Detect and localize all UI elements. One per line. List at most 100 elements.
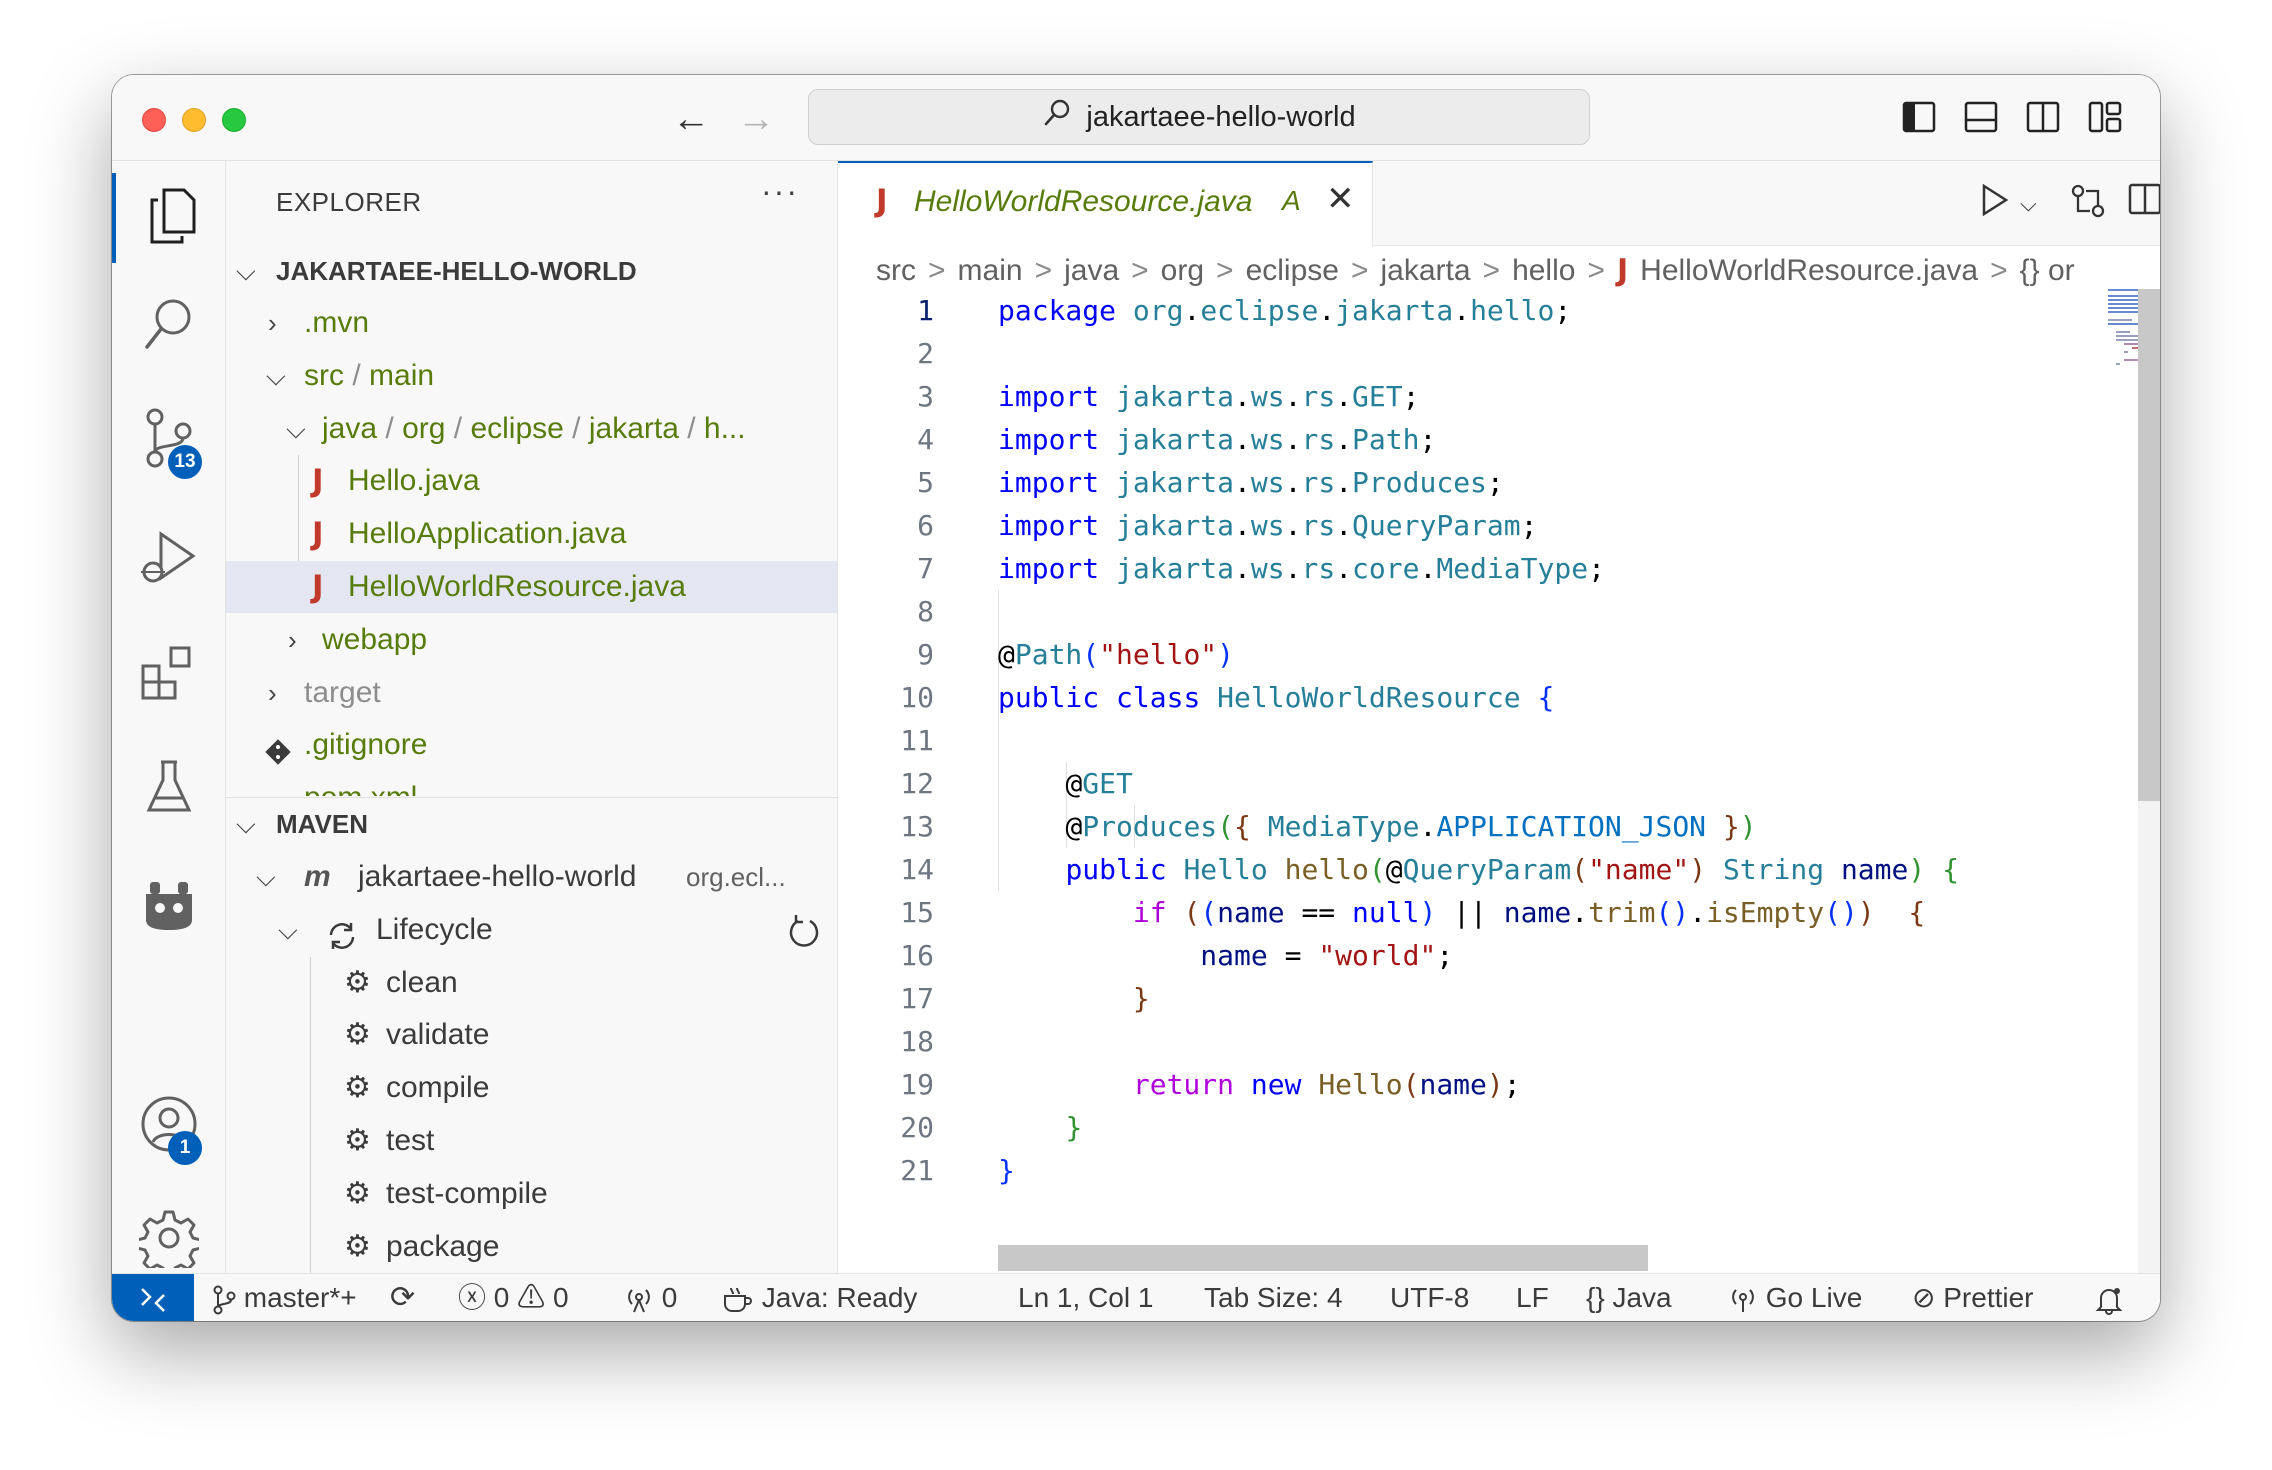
warning-count: 0 — [552, 1282, 569, 1313]
tree-item-helloworldresource-java[interactable]: J HelloWorldResource.java A — [226, 561, 837, 613]
goal-label: compile — [386, 1071, 490, 1104]
line-number: 12 — [900, 767, 934, 800]
java-file-icon: J — [312, 463, 324, 499]
line-number: 8 — [917, 595, 934, 628]
tree-item-pom-xml[interactable]: pom.xml A — [226, 772, 837, 796]
tree-item-target[interactable]: › target — [226, 667, 837, 719]
remote-indicator[interactable] — [112, 1274, 194, 1321]
split-editor-icon[interactable] — [2128, 183, 2160, 223]
run-icon[interactable] — [1980, 183, 2010, 225]
more-actions-icon[interactable]: ··· — [761, 173, 799, 210]
explorer-activity[interactable] — [112, 173, 229, 263]
lifecycle-goal-clean[interactable]: ⚙ clean — [226, 957, 837, 1009]
minimize-window-button[interactable] — [182, 108, 206, 132]
encoding[interactable]: UTF-8 — [1390, 1274, 1469, 1321]
code-line: 10 public class HelloWorldResource { — [838, 676, 2108, 719]
java-status[interactable]: Java: Ready — [722, 1274, 917, 1321]
line-number: 16 — [900, 939, 934, 972]
lifecycle-goal-validate[interactable]: ⚙ validate — [226, 1009, 837, 1061]
chevron-down-icon: ⌵ — [256, 862, 276, 892]
code-line: 11 — [838, 719, 2108, 762]
command-center-search[interactable]: jakartaee-hello-world — [808, 89, 1590, 145]
customize-layout-icon[interactable] — [2088, 101, 2122, 133]
breadcrumb-item[interactable]: eclipse — [1246, 254, 1339, 287]
tab-helloworldresource-java[interactable]: J HelloWorldResource.java A ✕ — [838, 161, 1373, 247]
project-folder-header[interactable]: ⌵ JAKARTAEE-HELLO-WORLD — [226, 245, 837, 297]
toggle-primary-sidebar-icon[interactable] — [1902, 101, 1936, 133]
back-arrow-icon[interactable]: ← — [672, 99, 710, 139]
tree-item-label: webapp — [322, 623, 428, 656]
gear-icon: ⚙ — [344, 1177, 371, 1210]
lifecycle-item[interactable]: ⌵ Lifecycle — [226, 904, 837, 956]
code-line: 15 if ((name == null) || name.trim().isE… — [838, 891, 2108, 934]
breadcrumb-item[interactable]: java — [1064, 254, 1119, 287]
maven-project-item[interactable]: ⌵ m jakartaee-hello-world org.ecl... — [226, 851, 837, 903]
code-line: 6 import jakarta.ws.rs.QueryParam; — [838, 504, 2108, 547]
horizontal-scrollbar[interactable] — [998, 1245, 1648, 1271]
sync-icon[interactable]: ⟳ — [390, 1274, 415, 1321]
breadcrumb: src > main > java > org > eclipse > jakarta > hello >… — [876, 253, 2075, 288]
chevron-down-icon: ⌵ — [278, 915, 298, 945]
line-number: 14 — [900, 853, 934, 886]
lifecycle-goal-test-compile[interactable]: ⚙ test-compile — [226, 1168, 837, 1220]
branch-status[interactable]: master*+ — [212, 1274, 357, 1321]
tree-item-src-main[interactable]: ⌵ src / main — [226, 350, 837, 402]
search-activity[interactable] — [112, 281, 225, 371]
vertical-scrollbar[interactable] — [2138, 289, 2160, 1273]
editor-area: J HelloWorldResource.java A ✕ ⌵ ··· src>… — [838, 161, 2160, 1273]
breadcrumb-item[interactable]: hello — [1512, 254, 1575, 287]
problems-status[interactable]: ⓧ 0 ⚠ 0 — [458, 1274, 569, 1321]
zoom-window-button[interactable] — [222, 108, 246, 132]
broadcast-icon — [1728, 1282, 1766, 1313]
lifecycle-goal-test[interactable]: ⚙ test — [226, 1115, 837, 1167]
language-mode[interactable]: {} Java — [1586, 1274, 1672, 1321]
breadcrumb-item[interactable]: {} or — [2020, 254, 2075, 287]
chevron-down-icon[interactable]: ⌵ — [2020, 191, 2037, 217]
tree-item-webapp[interactable]: › webapp — [226, 614, 837, 666]
tree-item-label: .gitignore — [304, 728, 428, 761]
lifecycle-goal-package[interactable]: ⚙ package — [226, 1221, 837, 1273]
tree-item-gitignore[interactable]: .gitignore A — [226, 719, 837, 771]
extensions-activity[interactable] — [112, 631, 225, 721]
chevron-down-icon: ⌵ — [236, 809, 256, 839]
go-live-label: Go Live — [1765, 1282, 1863, 1313]
tree-item-java-package[interactable]: ⌵ java / org / eclipse / jakarta / h... — [226, 403, 837, 455]
tree-item-hello-java[interactable]: J Hello.java A — [226, 455, 837, 507]
search-text: jakartaee-hello-world — [1086, 100, 1356, 133]
scm-badge: 13 — [168, 445, 202, 479]
run-debug-activity[interactable] — [112, 515, 225, 605]
breadcrumb-item[interactable]: src — [876, 254, 916, 287]
goal-label: test-compile — [386, 1177, 548, 1210]
forward-arrow-icon[interactable]: → — [737, 99, 775, 139]
compare-changes-icon[interactable] — [2070, 183, 2106, 227]
breadcrumb-item[interactable]: HelloWorldResource.java — [1640, 254, 1978, 287]
cursor-position[interactable]: Ln 1, Col 1 — [1018, 1274, 1153, 1321]
maven-section-header[interactable]: ⌵ MAVEN — [226, 800, 837, 848]
tree-item-helloapplication-java[interactable]: J HelloApplication.java A — [226, 508, 837, 560]
ports-status[interactable]: 0 — [624, 1274, 677, 1321]
line-number: 4 — [917, 423, 934, 456]
toggle-panel-icon[interactable] — [1964, 101, 1998, 133]
copilot-activity[interactable] — [112, 861, 225, 951]
go-live-button[interactable]: Go Live — [1728, 1274, 1862, 1321]
close-icon[interactable]: ✕ — [1326, 179, 1355, 219]
toggle-secondary-sidebar-icon[interactable] — [2026, 101, 2060, 133]
breadcrumb-item[interactable]: jakarta — [1380, 254, 1470, 287]
tab-size[interactable]: Tab Size: 4 — [1204, 1274, 1343, 1321]
notifications-bell-icon[interactable] — [2094, 1274, 2124, 1321]
breadcrumb-item[interactable]: org — [1161, 254, 1204, 287]
line-number: 19 — [900, 1068, 934, 1101]
source-control-activity[interactable]: 13 — [112, 395, 225, 485]
tree-item-mvn[interactable]: › .mvn — [226, 297, 837, 349]
code-line: 20 } — [838, 1106, 2108, 1149]
accounts-activity[interactable]: 1 — [112, 1081, 225, 1171]
breadcrumb-item[interactable]: main — [958, 254, 1023, 287]
prettier-status[interactable]: ⊘ Prettier — [1912, 1274, 2034, 1321]
close-window-button[interactable] — [142, 108, 166, 132]
line-ending[interactable]: LF — [1516, 1274, 1549, 1321]
code-line: 17 } — [838, 977, 2108, 1020]
testing-activity[interactable] — [112, 745, 225, 835]
lifecycle-goal-compile[interactable]: ⚙ compile — [226, 1062, 837, 1114]
manage-activity[interactable] — [112, 1195, 225, 1285]
scrollbar-thumb[interactable] — [2138, 289, 2160, 801]
